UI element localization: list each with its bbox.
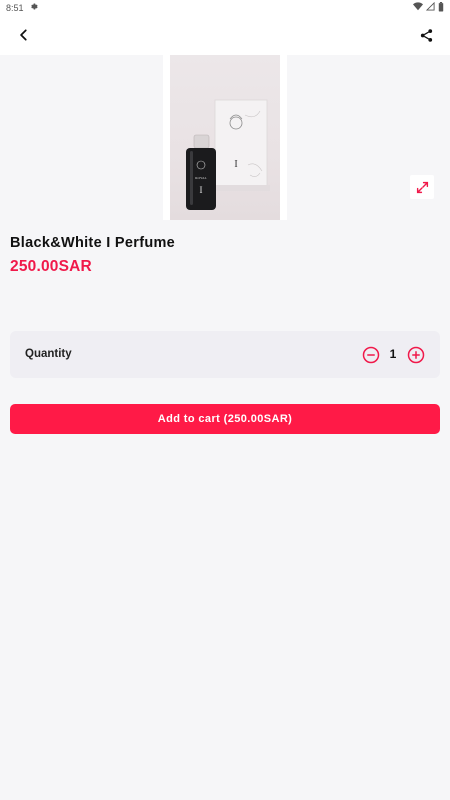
app-bar [0, 15, 450, 55]
status-right [413, 1, 444, 14]
back-button[interactable] [12, 23, 36, 47]
plus-circle-icon [407, 346, 425, 364]
expand-icon [416, 181, 428, 193]
svg-text:I: I [234, 159, 237, 170]
chevron-left-icon [20, 29, 27, 41]
quantity-label: Quantity [25, 348, 72, 360]
product-photo: I ROYAL I [170, 55, 280, 220]
status-time: 8:51 [6, 2, 24, 13]
settings-icon [29, 2, 38, 13]
product-price: 250.00SAR [10, 258, 92, 275]
svg-text:I: I [200, 185, 203, 195]
product-image[interactable]: I ROYAL I [163, 55, 287, 220]
add-to-cart-button[interactable]: Add to cart (250.00SAR) [10, 404, 440, 434]
product-gallery: I ROYAL I [0, 55, 450, 220]
status-bar: 8:51 [0, 0, 450, 15]
share-icon [420, 28, 432, 42]
wifi-icon [413, 2, 423, 13]
quantity-value: 1 [389, 347, 397, 361]
share-button[interactable] [414, 23, 438, 47]
product-name: Black&White I Perfume [10, 235, 176, 251]
increase-quantity-button[interactable] [407, 346, 425, 364]
battery-icon [438, 1, 444, 14]
perfume-illustration: I ROYAL I [186, 99, 270, 210]
quantity-stepper: Quantity 1 [10, 331, 440, 378]
minus-circle-icon [362, 346, 380, 364]
status-left: 8:51 [6, 2, 38, 13]
expand-button[interactable] [410, 175, 434, 199]
signal-icon [425, 1, 435, 13]
decrease-quantity-button[interactable] [362, 346, 380, 364]
svg-text:ROYAL: ROYAL [195, 176, 207, 180]
